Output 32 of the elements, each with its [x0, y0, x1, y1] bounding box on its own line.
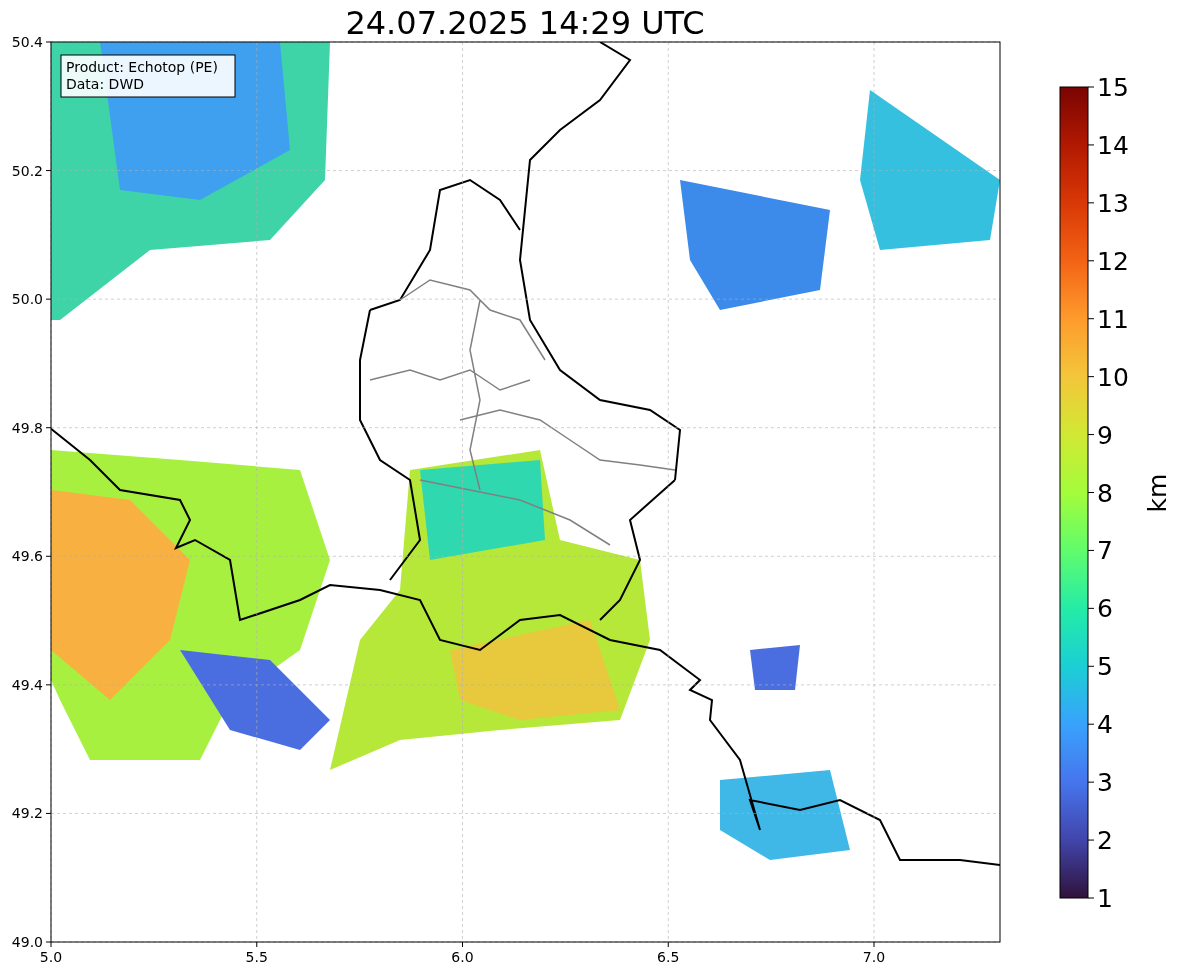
chart-title: 24.07.2025 14:29 UTC	[345, 4, 705, 42]
scale-tick-label: 5	[1097, 652, 1113, 682]
scale-tick-label: 4	[1097, 710, 1113, 740]
scale-tick-label: 13	[1097, 188, 1129, 218]
axis-tick-label: 50.0	[11, 291, 43, 308]
info-text: Data: DWD	[66, 76, 144, 92]
axis-tick-label: 49.2	[11, 805, 43, 822]
axis-tick-label: 50.2	[11, 162, 43, 179]
scale-tick-label: 11	[1097, 304, 1129, 334]
axis-tick-label: 7.0	[862, 949, 886, 965]
scale-tick-label: 3	[1097, 768, 1113, 798]
axis-tick-label: 49.8	[11, 419, 43, 436]
axis-tick-label: 5.5	[245, 949, 268, 965]
scale-tick-label: 1	[1097, 884, 1113, 913]
scale-tick-label: 2	[1097, 826, 1113, 856]
axis-tick-label: 50.4	[11, 34, 43, 50]
scale-tick-label: 9	[1097, 420, 1113, 450]
axis-tick-label: 5.0	[39, 949, 63, 965]
scale-tick-label: 10	[1097, 362, 1129, 392]
axis-tick-label: 49.6	[11, 548, 43, 565]
scale-tick-label: 12	[1097, 246, 1129, 276]
scale-tick-label: 6	[1097, 594, 1113, 624]
axis-tick-label: 49.4	[11, 676, 43, 693]
axis-tick-label: 49.0	[11, 934, 43, 950]
scale-tick-label: 14	[1097, 130, 1129, 160]
scale-tick-label: 7	[1097, 536, 1113, 566]
axis-tick-label: 6.5	[657, 949, 680, 965]
info-text: Product: Echotop (PE)	[66, 59, 218, 75]
scale-label: km	[1143, 473, 1172, 513]
scale-tick-label: 15	[1097, 73, 1129, 102]
axis-tick-label: 6.0	[451, 949, 474, 965]
scale-tick-label: 8	[1097, 478, 1113, 508]
